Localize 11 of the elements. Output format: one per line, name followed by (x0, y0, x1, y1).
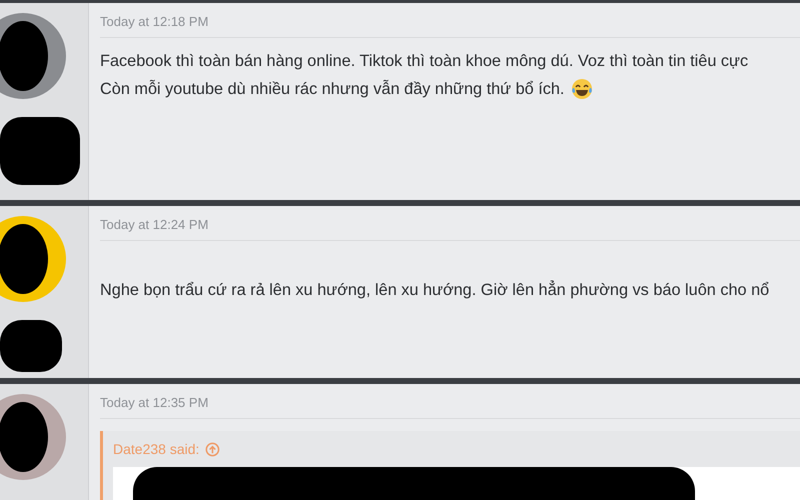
post-timestamp: Today at 12:35 PM (100, 395, 208, 410)
post-timestamp: Today at 12:24 PM (100, 217, 208, 232)
quote-attribution: Date238 said: (113, 441, 200, 457)
redaction-block (0, 320, 62, 372)
post-timestamp: Today at 12:18 PM (100, 14, 208, 29)
message-text: Còn mỗi youtube dù nhiều rác nhưng vẫn đầy những thứ bổ ích. (100, 80, 564, 98)
redaction-oval (0, 21, 48, 91)
message-text: Nghe bọn trẩu cứ ra rả lên xu hướng, lên xu hướng. Giờ lên hẳn phường vs báo luôn cho nổ (100, 281, 770, 300)
redaction-oval (0, 402, 48, 472)
redaction-oval (0, 224, 48, 294)
message-text: Facebook thì toàn bán hàng online. Tiktok thì toàn khoe mông dú. Voz thì toàn tin tiêu cực (100, 52, 748, 71)
